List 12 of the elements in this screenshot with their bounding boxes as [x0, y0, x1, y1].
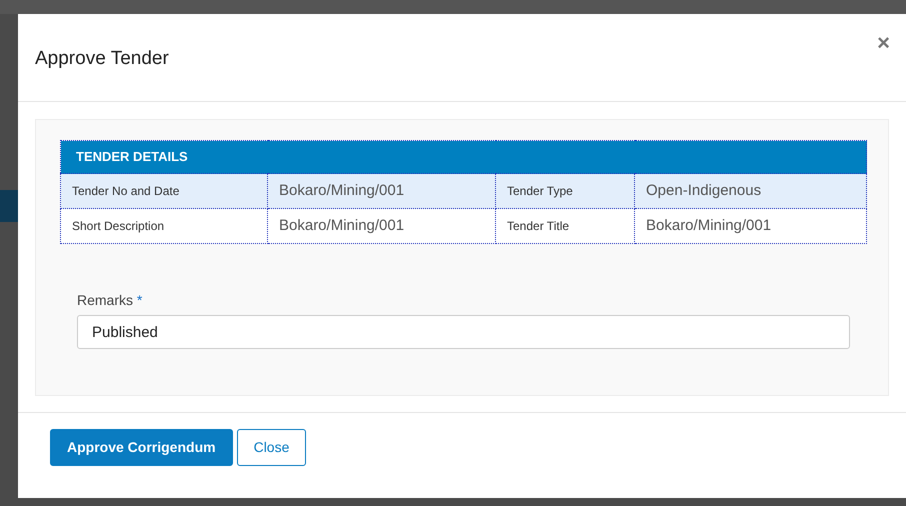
- row-value: Bokaro/Mining/001: [634, 208, 866, 244]
- row-label: Short Description: [60, 208, 268, 244]
- close-button[interactable]: Close: [236, 429, 306, 466]
- table-heading: TENDER DETAILS: [60, 140, 866, 174]
- sidebar-item: [0, 190, 18, 222]
- row-value: Bokaro/Mining/001: [268, 208, 496, 244]
- approve-button[interactable]: Approve Corrigendum: [50, 429, 233, 466]
- remarks-field[interactable]: Published: [77, 315, 850, 349]
- close-button[interactable]: ×: [877, 26, 890, 59]
- remarks-label: Remarks *: [77, 291, 144, 310]
- row-label: Tender Title: [496, 208, 634, 244]
- dialog-title: Approve Tender: [35, 47, 169, 71]
